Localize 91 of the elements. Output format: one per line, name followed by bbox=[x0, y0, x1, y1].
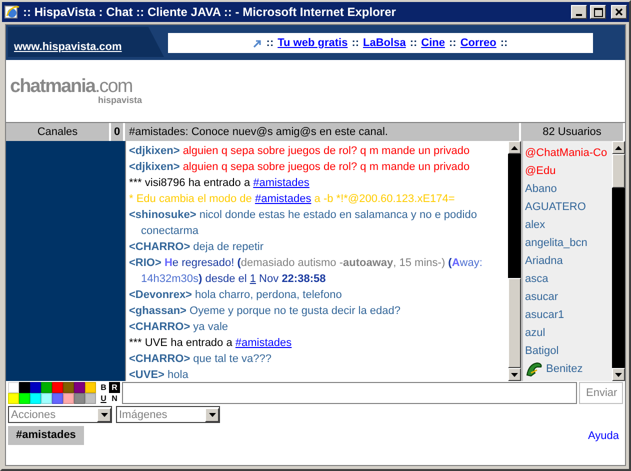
channel-topic: #amistades: Conoce nuev@s amig@s en este canal. bbox=[125, 123, 521, 141]
format-button[interactable]: U bbox=[98, 393, 109, 404]
users-scrollbar[interactable] bbox=[612, 141, 625, 381]
color-swatch[interactable] bbox=[8, 393, 19, 404]
user-item[interactable]: Batigol bbox=[523, 342, 612, 360]
user-item[interactable]: Abano bbox=[523, 180, 612, 198]
arrow-icon bbox=[253, 38, 262, 48]
color-swatch[interactable] bbox=[41, 393, 52, 404]
channel-count: 0 bbox=[111, 123, 125, 141]
color-swatch[interactable] bbox=[85, 382, 96, 393]
nav-link[interactable]: LaBolsa bbox=[363, 37, 406, 49]
chat-scrollbar[interactable] bbox=[508, 141, 521, 381]
color-swatch[interactable] bbox=[30, 382, 41, 393]
separator-text: :: bbox=[266, 37, 274, 49]
user-item[interactable]: asucar bbox=[523, 288, 612, 306]
separator-text: :: bbox=[500, 37, 508, 49]
color-swatch[interactable] bbox=[19, 393, 30, 404]
separator-text: :: bbox=[410, 37, 418, 49]
nav-link[interactable]: Tu web gratis bbox=[278, 37, 348, 49]
color-swatch[interactable] bbox=[41, 382, 52, 393]
chat-message: <CHARRO> deja de repetir bbox=[129, 240, 265, 255]
maximize-button[interactable] bbox=[590, 5, 606, 19]
user-item[interactable]: Benitez bbox=[523, 360, 612, 378]
down-arrow-icon bbox=[511, 372, 518, 376]
up-arrow-icon bbox=[615, 146, 622, 150]
send-button[interactable]: Enviar bbox=[579, 382, 623, 404]
help-link[interactable]: Ayuda bbox=[588, 426, 623, 442]
chat-message: <djkixen> alguien q sepa sobre juegos de rol? q m mande un privado bbox=[129, 160, 471, 175]
format-button[interactable]: N bbox=[109, 393, 120, 404]
nav-link[interactable]: Cine bbox=[421, 37, 445, 49]
scroll-down-button[interactable] bbox=[612, 368, 625, 381]
message-input[interactable] bbox=[122, 382, 577, 404]
channel-link[interactable]: #amistades bbox=[253, 177, 310, 189]
color-swatch[interactable] bbox=[63, 382, 74, 393]
channel-link[interactable]: #amistades bbox=[235, 337, 292, 349]
user-item[interactable]: @Edu bbox=[523, 162, 612, 180]
channel-tab[interactable]: #amistades bbox=[8, 426, 84, 445]
user-item[interactable]: AGUATERO bbox=[523, 198, 612, 216]
close-icon bbox=[615, 8, 623, 16]
nav-link[interactable]: Correo bbox=[460, 37, 496, 49]
maximize-icon bbox=[594, 8, 602, 16]
users-header: 82 Usuarios bbox=[521, 123, 625, 141]
browser-icon bbox=[4, 4, 20, 20]
chat-message: *** UVE ha entrado a #amistades bbox=[129, 336, 293, 351]
window-title: :: HispaVista : Chat :: Cliente JAVA :: - Microsoft Internet Explorer bbox=[23, 5, 397, 19]
down-arrow-icon bbox=[100, 412, 108, 416]
user-item[interactable]: asucar1 bbox=[523, 306, 612, 324]
dropdown-field[interactable]: Acciones bbox=[8, 406, 112, 423]
channels-header: Canales bbox=[6, 123, 111, 141]
up-arrow-icon bbox=[511, 146, 518, 150]
close-button[interactable] bbox=[611, 5, 627, 19]
chat-message: <djkixen> alguien q sepa sobre juegos de rol? q m mande un privado bbox=[129, 144, 471, 159]
chat-message: <CHARRO> ya vale bbox=[129, 320, 230, 335]
color-swatch[interactable] bbox=[52, 382, 63, 393]
color-swatch[interactable] bbox=[30, 393, 41, 404]
user-item[interactable]: asca bbox=[523, 270, 612, 288]
scrollbar-thumb[interactable] bbox=[508, 278, 521, 368]
scroll-up-button[interactable] bbox=[508, 141, 521, 154]
color-swatch[interactable] bbox=[85, 393, 96, 404]
chat-message: *** visi8796 ha entrado a #amistades bbox=[129, 176, 310, 191]
user-item[interactable]: alex bbox=[523, 216, 612, 234]
dragon-icon bbox=[525, 361, 543, 377]
user-item[interactable]: Ariadna bbox=[523, 252, 612, 270]
down-arrow-icon bbox=[208, 412, 216, 416]
user-item[interactable]: azul bbox=[523, 324, 612, 342]
dropdown-field[interactable]: Imágenes bbox=[116, 406, 220, 423]
chat-message: <ghassan> Oyeme y porque no te gusta decir la edad? bbox=[129, 304, 402, 319]
minimize-button[interactable] bbox=[571, 5, 587, 19]
format-button[interactable]: R bbox=[109, 382, 120, 393]
chat-message: <RIO> He regresado! (demasiado autismo -autoaway, 15 mins-) (Away: 14h32m30s) desde el 1 Nov 22:38:58 bbox=[129, 256, 484, 287]
scroll-down-button[interactable] bbox=[508, 368, 521, 381]
chat-message: <CHARRO> que tal te va??? bbox=[129, 352, 272, 367]
chat-message: <UVE> hola bbox=[129, 368, 190, 381]
separator-text: :: bbox=[449, 37, 456, 49]
chat-message: <Devonrex> hola charro, perdona, telefono bbox=[129, 288, 343, 303]
color-swatch[interactable] bbox=[19, 382, 30, 393]
chatmania-logo: chatmania.com hispavista bbox=[10, 78, 142, 104]
chat-message: * Edu cambia el modo de #amistades a -b *!*@200.60.123.xE174= bbox=[129, 192, 456, 207]
separator-text: :: bbox=[352, 37, 360, 49]
scroll-up-button[interactable] bbox=[612, 141, 625, 154]
down-arrow-icon bbox=[615, 372, 622, 376]
color-swatch[interactable] bbox=[74, 393, 85, 404]
user-item[interactable]: @ChatMania-Co bbox=[523, 144, 612, 162]
color-swatch[interactable] bbox=[74, 382, 85, 393]
format-button[interactable]: B bbox=[98, 382, 109, 393]
scrollbar-thumb[interactable] bbox=[612, 154, 625, 188]
channel-link[interactable]: #amistades bbox=[254, 193, 312, 205]
color-swatch[interactable] bbox=[52, 393, 63, 404]
user-item[interactable]: angelita_bcn bbox=[523, 234, 612, 252]
color-swatch[interactable] bbox=[8, 382, 19, 393]
color-swatch[interactable] bbox=[63, 393, 74, 404]
